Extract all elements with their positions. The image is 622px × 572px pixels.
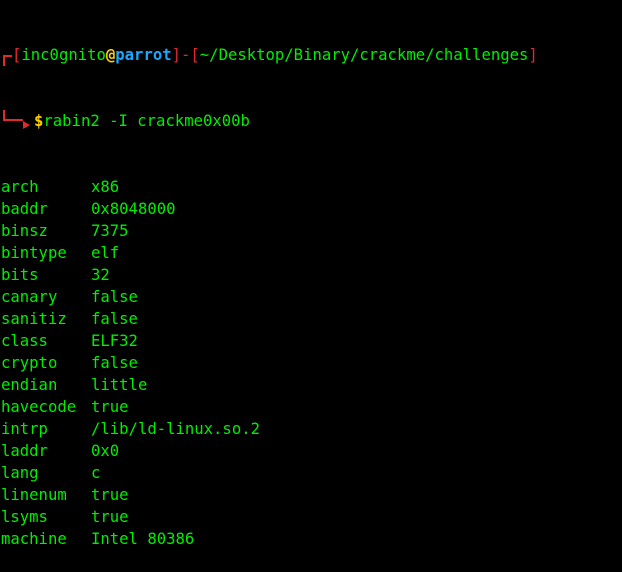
- output-row: baddr 0x8048000: [0, 198, 622, 220]
- output-key: linenum: [1, 486, 67, 504]
- output-row: crypto false: [0, 352, 622, 374]
- command-text: rabin2 -I crackme0x00b: [43, 112, 250, 130]
- output-row: sanitiz false: [0, 308, 622, 330]
- output-key: baddr: [1, 200, 48, 218]
- output-key: havecode: [1, 398, 77, 416]
- output-row: lsyms true: [0, 506, 622, 528]
- output-key: intrp: [1, 420, 48, 438]
- prompt-path: ~/Desktop/Binary/crackme/challenges: [199, 46, 529, 64]
- output-row: canary false: [0, 286, 622, 308]
- prompt-corner-top: [3, 55, 12, 66]
- output-value: true: [91, 508, 129, 526]
- output-value: Intel 80386: [91, 530, 195, 548]
- output-key: laddr: [1, 442, 48, 460]
- output-value: false: [91, 288, 138, 306]
- output-row: lang c: [0, 462, 622, 484]
- output-value: true: [91, 398, 129, 416]
- output-key: lang: [1, 464, 39, 482]
- output-row: intrp/lib/ld-linux.so.2: [0, 418, 622, 440]
- output-row: linenum true: [0, 484, 622, 506]
- output-key: crypto: [1, 354, 58, 372]
- command-line[interactable]: $ rabin2 -I crackme0x00b: [0, 110, 622, 132]
- output-row: havecode true: [0, 396, 622, 418]
- output-key: sanitiz: [1, 310, 67, 328]
- output-value: /lib/ld-linux.so.2: [91, 420, 260, 438]
- output-row: bintype elf: [0, 242, 622, 264]
- prompt-user: inc0gnito: [21, 46, 106, 64]
- output-key: endian: [1, 376, 58, 394]
- prompt-at: @: [105, 46, 116, 64]
- output-row: class ELF32: [0, 330, 622, 352]
- output-value: ELF32: [91, 332, 138, 350]
- output-row: bits 32: [0, 264, 622, 286]
- prompt-line: [inc0gnito @ parrot]-[~/Desktop/Binary/cra…: [0, 44, 622, 66]
- output-row: laddr 0x0: [0, 440, 622, 462]
- output-row: machine Intel 80386: [0, 528, 622, 550]
- output-value: 32: [91, 266, 110, 284]
- output-value: x86: [91, 178, 120, 196]
- prompt-open-bracket: [: [12, 46, 22, 64]
- output-value: 0x0: [91, 442, 120, 460]
- prompt-dollar: $: [34, 112, 44, 130]
- output-value: true: [91, 486, 129, 504]
- command-output: arch x86 baddr 0x8048000 binsz 7375 bintype elf…: [0, 176, 622, 550]
- output-value: false: [91, 310, 138, 328]
- prompt-corner-bottom: [3, 110, 23, 121]
- prompt-host: parrot: [115, 46, 172, 64]
- prompt-separator: ]-[: [171, 46, 200, 64]
- terminal-window[interactable]: [inc0gnito @ parrot]-[~/Desktop/Binary/cra…: [0, 0, 622, 548]
- output-row: endian little: [0, 374, 622, 396]
- output-row: binsz 7375: [0, 220, 622, 242]
- output-row: arch x86: [0, 176, 622, 198]
- output-value: c: [91, 464, 101, 482]
- output-value: 7375: [91, 222, 129, 240]
- output-value: 0x8048000: [91, 200, 176, 218]
- output-key: binsz: [1, 222, 48, 240]
- output-key: arch: [1, 178, 39, 196]
- output-key: canary: [1, 288, 58, 306]
- output-value: elf: [91, 244, 120, 262]
- prompt-close-bracket: ]: [528, 46, 538, 64]
- output-key: bintype: [1, 244, 67, 262]
- output-key: class: [1, 332, 48, 350]
- output-key: machine: [1, 530, 67, 548]
- prompt-arrow-icon: [23, 120, 30, 129]
- output-value: false: [91, 354, 138, 372]
- output-key: lsyms: [1, 508, 48, 526]
- output-key: bits: [1, 266, 39, 284]
- output-value: little: [91, 376, 148, 394]
